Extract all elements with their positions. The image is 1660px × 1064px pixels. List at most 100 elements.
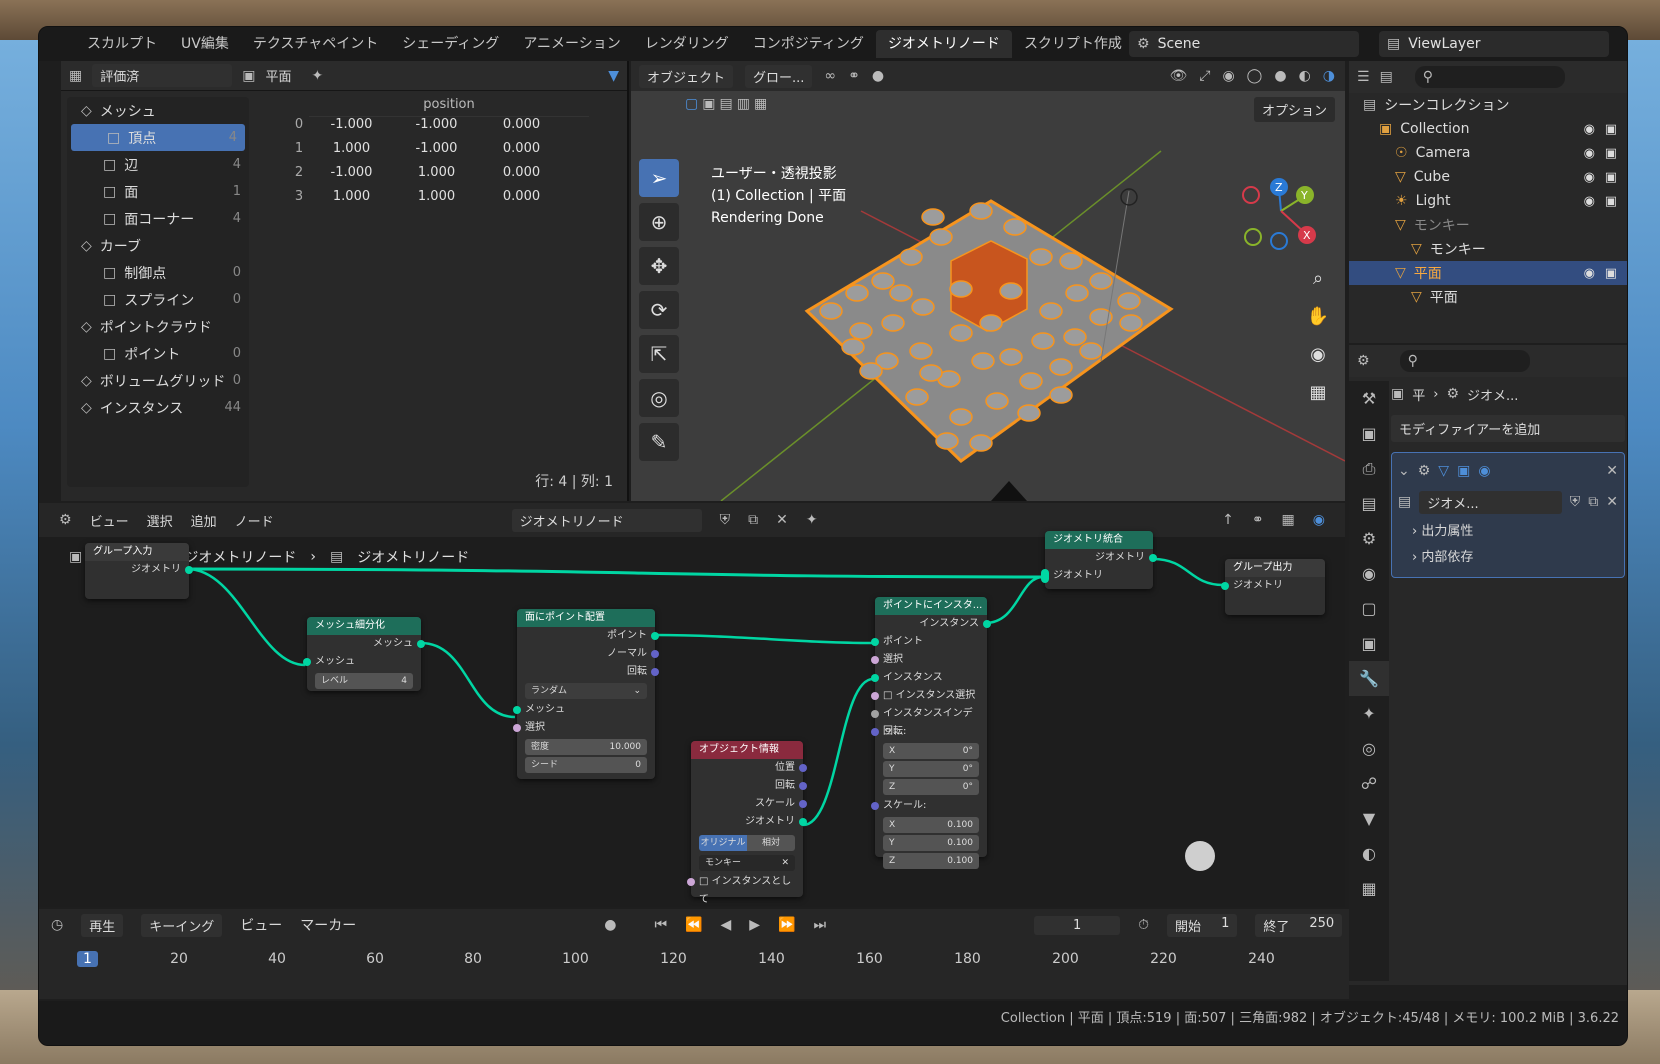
node-editor-menu[interactable]: ノード (235, 511, 274, 530)
socket-dot[interactable] (799, 764, 807, 772)
ortho-grid-icon[interactable]: ▦ (1303, 377, 1333, 407)
pivot-icon[interactable]: ∞ (824, 69, 836, 83)
render-camera-icon[interactable]: ▣ (1605, 122, 1617, 137)
keying-dropdown[interactable]: キーイング (141, 913, 223, 937)
rendered-shading-icon[interactable]: ◑ (1323, 69, 1335, 83)
relative-tab[interactable]: 相対 (747, 835, 795, 851)
outliner-item[interactable]: ▽ 平面 ◉ ▣ (1349, 261, 1627, 285)
select-extend-icon[interactable]: ▣ (702, 97, 715, 111)
zoom-icon[interactable]: ⌕ (1303, 263, 1333, 293)
render-camera-icon[interactable]: ▣ (1605, 194, 1617, 209)
render-tab-icon[interactable]: ▣ (1349, 416, 1389, 451)
outliner-search-input[interactable]: ⚲ (1414, 66, 1565, 88)
socket-dot[interactable] (513, 724, 521, 732)
material-tab-icon[interactable]: ◐ (1349, 836, 1389, 871)
next-keyframe-icon[interactable]: ⏩ (778, 918, 795, 932)
as-instance-checkbox[interactable]: □ インスタンスとして (687, 873, 803, 905)
output-tab-icon[interactable]: ⎙ (1349, 451, 1389, 486)
domain-item[interactable]: □ 制御点 0 (67, 259, 249, 286)
scene-collection-row[interactable]: ▤ シーンコレクション (1349, 93, 1627, 117)
domain-item[interactable]: ◇ ボリュームグリッド 0 (67, 367, 249, 394)
outliner-item[interactable]: ▽ Cube ◉ ▣ (1349, 165, 1627, 189)
outliner-item[interactable]: ☉ Camera ◉ ▣ (1349, 141, 1627, 165)
3d-viewport[interactable]: Z Y X オブジェクト グロー... ∞ ⚭ ● 👁 ⤢ ◉ ◯ ● ◐ ◑ … (631, 61, 1345, 501)
workspace-tab[interactable]: スカルプト (75, 30, 169, 58)
workspace-tab[interactable]: コンポジティング (741, 30, 876, 58)
annotate-tool-icon[interactable]: ✎ (639, 423, 679, 461)
duplicate-icon[interactable]: ⧉ (748, 513, 758, 527)
properties-search-input[interactable]: ⚲ (1399, 350, 1530, 372)
select-new-icon[interactable]: ▢ (685, 97, 698, 111)
scale-z-field[interactable]: Z 0.100 (883, 853, 979, 869)
internal-dependencies-section[interactable]: › 内部依存 (1398, 545, 1618, 571)
editor-type-icon[interactable]: ▦ (69, 69, 82, 83)
outliner-item[interactable]: ▽ 平面 (1349, 285, 1627, 309)
constraints-tab-icon[interactable]: ☍ (1349, 766, 1389, 801)
workspace-tab[interactable]: スクリプト作成 (1012, 30, 1134, 58)
node-group-output[interactable]: グループ出力 ジオメトリ (1221, 559, 1325, 615)
rotate-tool-icon[interactable]: ⟳ (639, 291, 679, 329)
cursor-tool-icon[interactable]: ⊕ (639, 203, 679, 241)
socket-dot[interactable] (513, 706, 521, 714)
pin-icon[interactable]: ✦ (806, 513, 818, 527)
socket-dot[interactable] (871, 710, 879, 718)
evaluation-mode-dropdown[interactable]: 評価済 (92, 64, 233, 87)
rotation-y-field[interactable]: Y 0° (883, 761, 979, 777)
workspace-tab[interactable]: テクスチャペイント (241, 30, 390, 58)
socket-dot[interactable] (1221, 582, 1229, 590)
outliner-item[interactable]: ▣ Collection ◉ ▣ (1349, 117, 1627, 141)
domain-item[interactable]: □ 面コーナー 4 (67, 205, 249, 232)
wireframe-shading-icon[interactable]: ◯ (1247, 69, 1263, 83)
visibility-eye-icon[interactable]: ◉ (1584, 122, 1595, 137)
add-modifier-dropdown[interactable]: モディファイアーを追加 (1391, 415, 1625, 442)
node-distribute-points[interactable]: 面にポイント配置 ポイント ノーマル 回転 ランダム ⌄ メッシュ 選択 密度 10… (513, 609, 659, 779)
outliner-item[interactable]: ▽ モンキー (1349, 213, 1627, 237)
render-camera-icon[interactable]: ▣ (1605, 170, 1617, 185)
scene-selector[interactable]: ⚙ Scene (1129, 31, 1359, 57)
socket-dot[interactable] (651, 650, 659, 658)
particles-tab-icon[interactable]: ✦ (1349, 696, 1389, 731)
viewport-toggle-icon[interactable]: ▣ (1457, 464, 1470, 478)
workspace-tab[interactable]: UV編集 (169, 30, 241, 58)
stopwatch-icon[interactable]: ⏱ (1138, 918, 1149, 932)
rotation-x-field[interactable]: X 0° (883, 743, 979, 759)
socket-dot[interactable] (651, 632, 659, 640)
marker-menu[interactable]: マーカー (300, 915, 356, 935)
transform-orientation-dropdown[interactable]: グロー... (745, 64, 813, 88)
end-frame-field[interactable]: 終了 250 (1255, 913, 1343, 937)
visibility-eye-icon[interactable]: ◉ (1584, 266, 1595, 281)
view-menu[interactable]: ビュー (240, 915, 282, 935)
material-shading-icon[interactable]: ◐ (1299, 69, 1311, 83)
options-dropdown[interactable]: オプション (1253, 97, 1335, 122)
pan-hand-icon[interactable]: ✋ (1303, 301, 1333, 331)
tool-tab-icon[interactable]: ⚒ (1349, 381, 1389, 416)
playback-dropdown[interactable]: 再生 (81, 913, 124, 937)
node-object-info[interactable]: オブジェクト情報 位置 回転 スケール ジオメトリ オリジナル 相対 モンキー ✕… (687, 741, 807, 905)
socket-dot[interactable] (799, 782, 807, 790)
workspace-tab[interactable]: アニメーション (511, 30, 632, 58)
socket-dot[interactable] (303, 658, 311, 666)
play-reverse-icon[interactable]: ◀ (721, 918, 732, 932)
unlink-icon[interactable]: ✕ (776, 513, 788, 527)
render-toggle-icon[interactable]: ◉ (1478, 464, 1490, 478)
socket-dot[interactable] (1149, 554, 1157, 562)
domain-item[interactable]: ◇ カーブ (67, 232, 249, 259)
node-editor[interactable]: ⚙ ビュー 選択 追加 ノード ジオメトリノード ⛨ ⧉ ✕ ✦ ↑ ⚭ ▦ ◉ ▣ … (39, 503, 1345, 907)
prev-keyframe-icon[interactable]: ⏪ (685, 918, 702, 932)
pin-icon[interactable]: ✦ (311, 69, 323, 83)
gizmo-toggle-icon[interactable]: ⤢ (1199, 69, 1210, 83)
socket-dot[interactable] (871, 692, 879, 700)
current-frame-field[interactable]: 1 (1034, 915, 1121, 935)
move-tool-icon[interactable]: ✥ (639, 247, 679, 285)
node-editor-menu[interactable]: ビュー (90, 511, 129, 530)
scale-x-field[interactable]: X 0.100 (883, 817, 979, 833)
render-camera-icon[interactable]: ▣ (1605, 266, 1617, 281)
socket-dot[interactable] (799, 800, 807, 808)
timeline-ruler[interactable]: 1 20 40 60 80 100 120 140 160 180 200 220 240 (39, 941, 1349, 971)
level-field[interactable]: レベル 4 (315, 673, 413, 689)
node-join-geometry[interactable]: ジオメトリ統合 ジオメトリ ジオメトリ (1041, 531, 1157, 589)
parent-node-tree-icon[interactable]: ↑ (1222, 513, 1234, 527)
filter-icon[interactable]: ▼ (608, 69, 619, 83)
density-field[interactable]: 密度 10.000 (525, 739, 647, 755)
workspace-tab[interactable]: シェーディング (390, 30, 511, 58)
